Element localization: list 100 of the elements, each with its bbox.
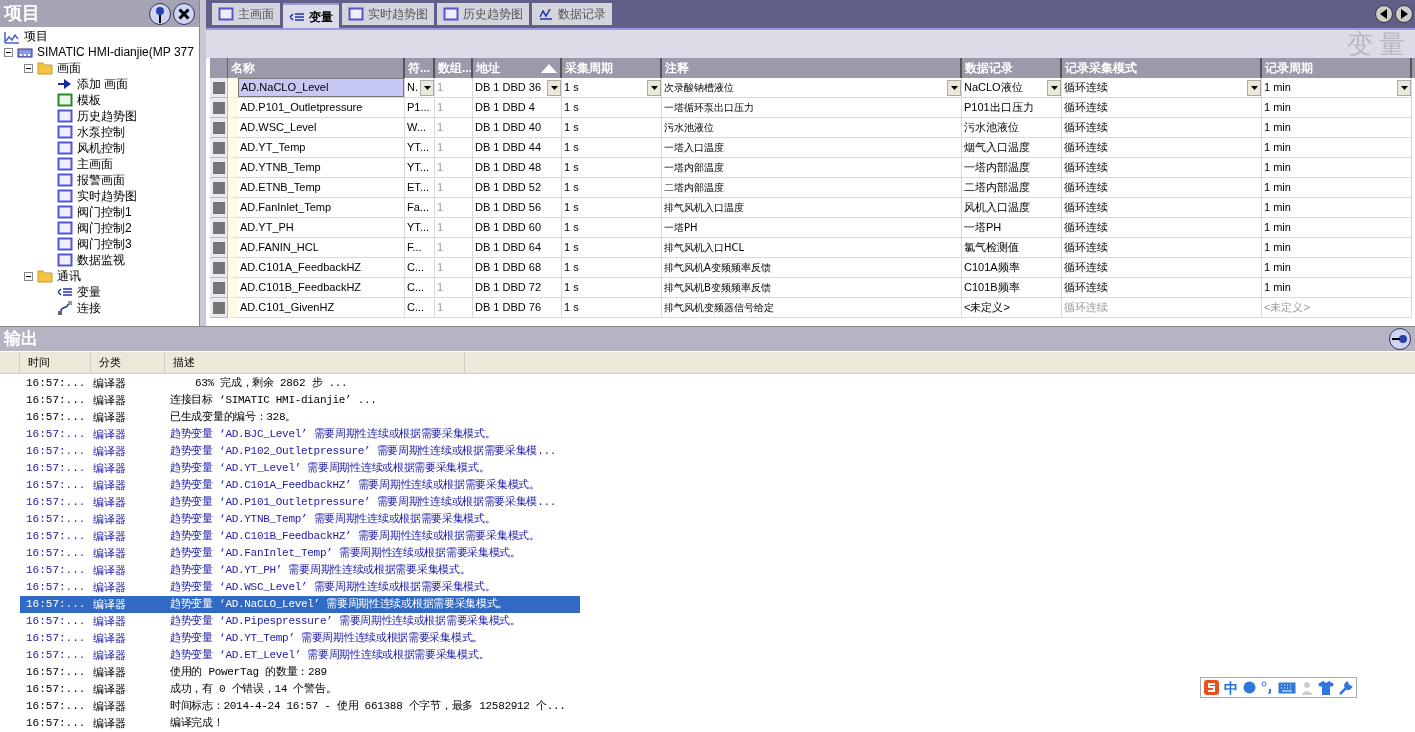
tree-item[interactable]: 模板 bbox=[77, 92, 101, 108]
tree-item[interactable]: 阀门控制2 bbox=[77, 220, 132, 236]
tree-item[interactable]: 阀门控制1 bbox=[77, 204, 132, 220]
table-cell-text: C... bbox=[406, 260, 426, 276]
collapse-toggle[interactable] bbox=[24, 271, 33, 281]
screen-icon bbox=[57, 124, 73, 140]
table-cell: AD.NaCLO_Level bbox=[238, 78, 404, 97]
log-row[interactable]: 16:57:... 编译器 63% 完成，剩余 2862 步 ... bbox=[20, 375, 580, 392]
log-row[interactable]: 16:57:... 编译器 趋势变量 ‘AD.YT_Temp’ 需要周期性连续或根据需要采集模式。 bbox=[20, 630, 580, 647]
row-handle-icon[interactable] bbox=[212, 81, 225, 94]
editor-tab[interactable]: 实时趋势图 bbox=[342, 3, 434, 25]
log-row[interactable]: 16:57:... 编译器 趋势变量 ‘AD.WSC_Level’ 需要周期性连续或根据需要采集模式。 bbox=[20, 579, 580, 596]
log-row[interactable]: 16:57:... 编译器 连接目标 ‘SIMATIC HMI-dianjie’ ... bbox=[20, 392, 580, 409]
table-cell-text: 污水池液位 bbox=[663, 121, 715, 135]
tree-item[interactable]: 数据监视 bbox=[77, 252, 125, 268]
log-row[interactable]: 16:57:... 编译器 时间标志：2014-4-24 16:57 - 使用 661388 个字节，最多 12582912 个... bbox=[20, 698, 580, 715]
log-row[interactable]: 16:57:... 编译器 趋势变量 ‘AD.P101_Outletpressure’ 需要周期性连续或根据需要采集模... bbox=[20, 494, 580, 511]
scroll-right-icon[interactable] bbox=[1395, 5, 1413, 23]
table-cell-text: AD.ETNB_Temp bbox=[239, 180, 322, 196]
tree-item[interactable]: 连接 bbox=[77, 300, 101, 316]
dropdown-button[interactable] bbox=[547, 79, 561, 96]
pin-icon[interactable] bbox=[149, 2, 171, 25]
collapse-toggle[interactable] bbox=[4, 47, 13, 57]
tree-item[interactable]: 添加 画面 bbox=[77, 76, 129, 92]
table-cell-text: 1 min bbox=[1263, 120, 1292, 136]
row-handle-icon[interactable] bbox=[212, 101, 225, 114]
tree-item[interactable]: 风机控制 bbox=[77, 140, 125, 156]
editor-tab[interactable]: 变量 bbox=[283, 3, 339, 28]
keyboard-icon[interactable] bbox=[1278, 681, 1296, 694]
row-handle-icon[interactable] bbox=[212, 161, 225, 174]
log-message: 趋势变量 ‘AD.FanInlet_Temp’ 需要周期性连续或根据需要采集模式。 bbox=[169, 545, 521, 562]
row-handle-icon[interactable] bbox=[212, 181, 225, 194]
tree-item[interactable]: 实时趋势图 bbox=[77, 188, 137, 204]
input-mode-toggle[interactable]: 中 bbox=[1224, 680, 1238, 695]
log-time: 16:57:... bbox=[25, 444, 87, 460]
tree-item[interactable]: 变量 bbox=[77, 284, 101, 300]
wrench-icon[interactable] bbox=[1339, 680, 1353, 695]
tree-item[interactable]: 报警画面 bbox=[77, 172, 125, 188]
log-row[interactable]: 16:57:... 编译器 编译完成！ bbox=[20, 715, 580, 732]
log-row[interactable]: 16:57:... 编译器 趋势变量 ‘AD.YT_Level’ 需要周期性连续或根据需要采集模式。 bbox=[20, 460, 580, 477]
log-message: 使用的 PowerTag 的数量：289 bbox=[169, 665, 327, 681]
row-handle-icon[interactable] bbox=[212, 301, 225, 314]
dropdown-button[interactable] bbox=[1247, 79, 1261, 96]
log-row[interactable]: 16:57:... 编译器 趋势变量 ‘AD.P102_Outletpressure’ 需要周期性连续或根据需要采集模... bbox=[20, 443, 580, 460]
table-cell-text: DB 1 DBD 76 bbox=[474, 300, 543, 316]
log-row[interactable]: 16:57:... 编译器 成功，有 0 个错误，14 个警告。 bbox=[20, 681, 580, 698]
shirt-icon[interactable] bbox=[1318, 680, 1334, 695]
punctuation-icon[interactable] bbox=[1261, 681, 1273, 694]
tree-item[interactable]: 阀门控制3 bbox=[77, 236, 132, 252]
folder-icon bbox=[37, 60, 53, 76]
tree-item[interactable]: 主画面 bbox=[77, 156, 113, 172]
editor-tab[interactable]: 数据记录 bbox=[532, 3, 612, 25]
dropdown-button[interactable] bbox=[647, 79, 661, 96]
log-row[interactable]: 16:57:... 编译器 趋势变量 ‘AD.YTNB_Temp’ 需要周期性连续或根据需要采集模式。 bbox=[20, 511, 580, 528]
collapse-toggle[interactable] bbox=[24, 63, 33, 73]
tree-item[interactable]: SIMATIC HMI-dianjie(MP 377 bbox=[37, 44, 194, 60]
column-header[interactable]: 分类 bbox=[91, 352, 165, 373]
table-cell-text: YT... bbox=[406, 220, 430, 236]
dropdown-button[interactable] bbox=[1397, 79, 1411, 96]
pin-icon[interactable] bbox=[1389, 328, 1411, 350]
column-header[interactable]: 时间 bbox=[20, 352, 91, 373]
close-icon[interactable] bbox=[173, 2, 195, 25]
ime-logo-icon[interactable] bbox=[1204, 680, 1219, 695]
tree-item[interactable]: 通讯 bbox=[57, 268, 81, 284]
log-row[interactable]: 16:57:... 编译器 趋势变量 ‘AD.Pipespressure’ 需要周期性连续或根据需要采集模式。 bbox=[20, 613, 580, 630]
log-row[interactable]: 16:57:... 编译器 趋势变量 ‘AD.YT_PH’ 需要周期性连续或根据需要采集模式。 bbox=[20, 562, 580, 579]
row-handle-icon[interactable] bbox=[212, 261, 225, 274]
table-cell-text: 排气风机B变频频率反馈 bbox=[663, 281, 772, 295]
log-row[interactable]: 16:57:... 编译器 趋势变量 ‘AD.NaCLO_Level’ 需要周期性连续或根据需要采集模式。 bbox=[20, 596, 580, 613]
dropdown-button[interactable] bbox=[1047, 79, 1061, 96]
dropdown-button[interactable] bbox=[947, 79, 961, 96]
log-row[interactable]: 16:57:... 编译器 使用的 PowerTag 的数量：289 bbox=[20, 664, 580, 681]
log-row[interactable]: 16:57:... 编译器 趋势变量 ‘AD.BJC_Level’ 需要周期性连续或根据需要采集模式。 bbox=[20, 426, 580, 443]
dot-icon[interactable] bbox=[1243, 681, 1256, 694]
log-row[interactable]: 16:57:... 编译器 趋势变量 ‘AD.C101B_FeedbackHZ’ 需要周期性连续或根据需要采集模式。 bbox=[20, 528, 580, 545]
scroll-left-icon[interactable] bbox=[1375, 5, 1393, 23]
row-handle-icon[interactable] bbox=[212, 281, 225, 294]
row-handle-icon[interactable] bbox=[212, 221, 225, 234]
tree-item[interactable]: 历史趋势图 bbox=[77, 108, 137, 124]
log-row[interactable]: 16:57:... 编译器 趋势变量 ‘AD.FanInlet_Temp’ 需要周期性连续或根据需要采集模式。 bbox=[20, 545, 580, 562]
log-category: 编译器 bbox=[92, 512, 127, 528]
editor-tab[interactable]: 主画面 bbox=[212, 3, 280, 25]
row-handle-icon[interactable] bbox=[212, 201, 225, 214]
log-category: 编译器 bbox=[92, 495, 127, 511]
log-category: 编译器 bbox=[92, 546, 127, 562]
dropdown-button[interactable] bbox=[420, 79, 434, 96]
log-message: 连接目标 ‘SIMATIC HMI-dianjie’ ... bbox=[169, 393, 377, 409]
column-header[interactable]: 描述 bbox=[165, 352, 465, 373]
log-row[interactable]: 16:57:... 编译器 趋势变量 ‘AD.C101A_FeedbackHZ’ 需要周期性连续或根据需要采集模式。 bbox=[20, 477, 580, 494]
tree-item[interactable]: 水泵控制 bbox=[77, 124, 125, 140]
row-handle-icon[interactable] bbox=[212, 121, 225, 134]
tree-item[interactable]: 项目 bbox=[24, 28, 48, 44]
editor-tab[interactable]: 历史趋势图 bbox=[437, 3, 529, 25]
row-handle-icon[interactable] bbox=[212, 241, 225, 254]
log-time: 16:57:... bbox=[25, 512, 87, 528]
log-row[interactable]: 16:57:... 编译器 已生成变量的编号：328。 bbox=[20, 409, 580, 426]
tree-item[interactable]: 画面 bbox=[57, 60, 81, 76]
log-row[interactable]: 16:57:... 编译器 趋势变量 ‘AD.ET_Level’ 需要周期性连续或根据需要采集模式。 bbox=[20, 647, 580, 664]
table-cell-text: 1 min bbox=[1263, 180, 1292, 196]
row-handle-icon[interactable] bbox=[212, 141, 225, 154]
